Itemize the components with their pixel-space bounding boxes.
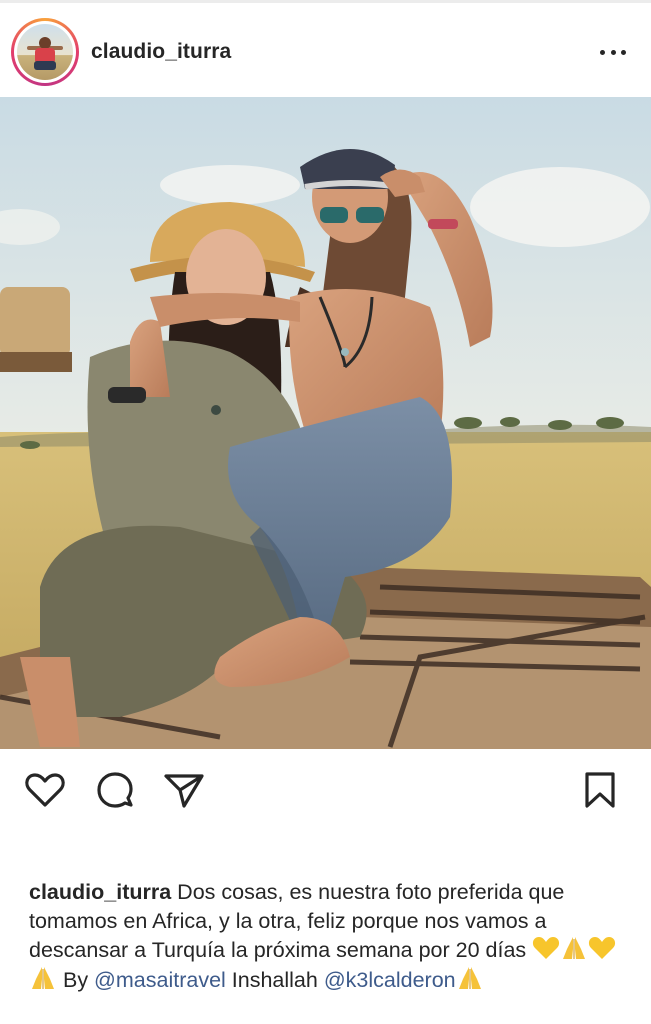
post-author-username[interactable]: claudio_iturra — [91, 40, 231, 64]
yellow-heart-icon — [533, 937, 560, 960]
folded-hands-icon — [563, 937, 586, 960]
caption-text: Inshallah — [225, 967, 324, 992]
folded-hands-icon — [458, 966, 481, 989]
bookmark-icon[interactable] — [578, 768, 622, 812]
heart-icon[interactable] — [23, 768, 67, 812]
post-header: claudio_iturra — [0, 4, 651, 96]
caption-text: By — [57, 967, 95, 992]
share-icon[interactable] — [162, 768, 206, 812]
folded-hands-icon — [32, 966, 54, 989]
post-actions-bar — [0, 768, 651, 814]
profile-avatar[interactable] — [11, 18, 79, 86]
comment-icon[interactable] — [93, 768, 137, 812]
caption-username[interactable]: claudio_iturra — [29, 880, 171, 904]
mention-link[interactable]: @k3lcalderon — [324, 968, 456, 992]
avatar-border — [14, 21, 76, 83]
mention-link[interactable]: @masaitravel — [94, 968, 226, 992]
profile-avatar-icon — [17, 24, 73, 80]
post-photo[interactable] — [0, 97, 651, 749]
more-options-icon[interactable] — [596, 42, 630, 62]
top-divider — [0, 0, 651, 3]
post-caption: claudio_iturra Dos cosas, es nuestra fot… — [29, 878, 629, 994]
yellow-heart-icon — [589, 937, 616, 960]
